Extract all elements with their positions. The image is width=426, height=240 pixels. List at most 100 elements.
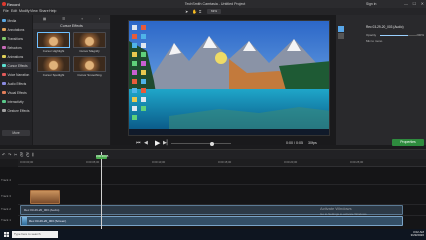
scrub-bar[interactable]	[171, 143, 231, 144]
minimize-icon[interactable]: —	[404, 1, 408, 6]
playhead[interactable]	[101, 152, 102, 240]
step-back-icon[interactable]: ⏮	[136, 140, 141, 146]
canvas-preview[interactable]	[128, 20, 330, 136]
fps-readout: 30fps	[308, 140, 317, 145]
sidebar-item-label: Voice Narration	[7, 72, 30, 77]
effect-card-cursor-smoothing[interactable]: Cursor Smoothing	[73, 56, 106, 77]
crop-tool-icon[interactable]: ⌗	[199, 9, 201, 14]
clock-date: 3/29/2020	[410, 233, 424, 238]
split-icon[interactable]: ⫼	[32, 152, 34, 157]
annotations-icon	[2, 27, 6, 32]
behaviors-icon	[2, 45, 6, 50]
redo-icon[interactable]: ↷	[8, 152, 11, 157]
cursor-effect-clip[interactable]	[30, 190, 60, 204]
sidebar-item-audio-effects[interactable]: Audio Effects	[2, 80, 31, 87]
hand-tool-icon[interactable]: ✋	[192, 9, 197, 14]
effect-card-cursor-spotlight[interactable]: Cursor Spotlight	[37, 56, 70, 77]
sidebar-item-label: Visual Effects	[7, 90, 27, 95]
more-button[interactable]: More	[2, 130, 30, 136]
sidebar-item-animations[interactable]: Animations	[2, 53, 31, 60]
sidebar-item-label: Transitions	[7, 36, 23, 41]
arrow-tool-icon[interactable]: ➤	[185, 9, 188, 14]
sidebar-item-interactivity[interactable]: Interactivity	[2, 98, 31, 105]
menu-file[interactable]: File	[3, 9, 9, 13]
playhead-time[interactable]: 0:00:00;05	[96, 155, 108, 159]
properties-toolbar	[362, 8, 426, 15]
ruler-tick-label: 0:00:00;00	[20, 160, 34, 164]
taskbar-clock[interactable]: 3:02 AM 3/29/2020	[398, 230, 424, 238]
list-view-icon[interactable]: ☰	[62, 17, 65, 22]
audio-effects-icon	[2, 81, 6, 86]
windows-start-icon[interactable]	[4, 232, 9, 237]
interactivity-icon	[2, 99, 6, 104]
mix-to-mono-row[interactable]: Mix to mono	[366, 39, 424, 43]
effect-label: Cursor Smoothing	[77, 73, 102, 77]
opacity-slider-fill	[380, 34, 408, 36]
animations-icon	[2, 54, 6, 59]
effect-thumbnail	[73, 32, 106, 48]
sidebar-item-behaviors[interactable]: Behaviors	[2, 44, 31, 51]
grid-view-icon[interactable]: ▦	[43, 17, 46, 22]
close-icon[interactable]: ✕	[421, 1, 424, 6]
sidebar-item-annotations[interactable]: Annotations	[2, 26, 31, 33]
effect-label: Cursor Highlight	[42, 49, 65, 53]
sidebar-item-label: Gesture Effects	[7, 108, 30, 113]
mix-mono-label: Mix to mono	[366, 39, 383, 43]
maximize-icon[interactable]: ☐	[413, 1, 417, 6]
timeline-ruler[interactable]: 0:00:00;00 0:00:05;00 0:00:10;00 0:00:15…	[18, 159, 426, 167]
track-divider	[18, 184, 426, 185]
tools-sidebar: Media Annotations Transitions Behaviors …	[0, 15, 32, 145]
sidebar-item-gesture-effects[interactable]: Gesture Effects	[2, 107, 31, 114]
sidebar-item-label: Animations	[7, 54, 24, 59]
ruler-tick-label: 0:00:25;00	[350, 160, 364, 164]
taskbar-search-input[interactable]: Type here to search	[12, 231, 58, 238]
effect-thumbnail	[37, 32, 70, 48]
video-clip[interactable]: Rec 03-29-20_003 (Screen)	[20, 216, 403, 226]
microphone-icon	[2, 72, 6, 77]
windows-taskbar	[0, 229, 426, 240]
opacity-label: Opacity	[366, 33, 377, 37]
menu-modify[interactable]: Modify	[19, 9, 30, 13]
audio-tab-icon[interactable]	[338, 26, 344, 32]
sign-in-link[interactable]: Sign in	[366, 2, 376, 6]
previous-icon[interactable]: ◀	[144, 140, 148, 146]
collapse-icon[interactable]: ‹	[99, 17, 100, 22]
sidebar-item-visual-effects[interactable]: Visual Effects	[2, 89, 31, 96]
effect-card-cursor-magnify[interactable]: Cursor Magnify	[73, 32, 106, 53]
ruler-tick-label: 0:00:20;00	[284, 160, 298, 164]
menu-share[interactable]: Share	[39, 9, 49, 13]
undo-icon[interactable]: ↶	[2, 152, 5, 157]
properties-tab-icons	[338, 25, 362, 55]
record-button[interactable]: Record	[2, 1, 24, 7]
zoom-select[interactable]: 63%	[207, 8, 221, 14]
sidebar-item-label: Audio Effects	[7, 81, 27, 86]
gesture-icon	[2, 108, 6, 113]
paste-icon[interactable]: ⎗	[26, 152, 29, 157]
record-icon	[2, 2, 6, 6]
sidebar-item-transitions[interactable]: Transitions	[2, 35, 31, 42]
sidebar-item-voice-narration[interactable]: Voice Narration	[2, 71, 31, 78]
play-button[interactable]: ▶	[155, 139, 160, 147]
scrub-handle[interactable]	[210, 141, 214, 146]
time-readout: 0:00 / 0:05	[286, 140, 303, 145]
menu-edit[interactable]: Edit	[11, 9, 17, 13]
visual-tab-icon[interactable]	[338, 33, 344, 39]
playback-controls: ⏮ ◀ ▶ ▶▏ 0:00 / 0:05 30fps	[111, 139, 336, 148]
pin-icon[interactable]: ⌖	[81, 17, 83, 22]
copy-icon[interactable]: ⎘	[20, 152, 23, 157]
window-controls: — ☐ ✕	[404, 1, 424, 6]
effect-thumbnail	[37, 56, 70, 72]
cut-icon[interactable]: ✂	[14, 152, 17, 157]
sidebar-item-cursor-effects[interactable]: Cursor Effects	[2, 62, 31, 69]
track-label: Track 1	[1, 218, 11, 222]
effect-card-cursor-highlight[interactable]: Cursor Highlight	[37, 32, 70, 53]
next-icon[interactable]: ▶▏	[163, 140, 171, 146]
menu-view[interactable]: View	[30, 9, 38, 13]
effects-tabs: ▦ ☰ ⌖ ‹	[35, 17, 108, 22]
menu-help[interactable]: Help	[49, 9, 56, 13]
properties-button[interactable]: Properties	[392, 139, 424, 146]
sidebar-item-media[interactable]: Media	[2, 17, 31, 24]
desktop-wallpaper	[129, 21, 329, 135]
ruler-tick-label: 0:00:10;00	[152, 160, 166, 164]
timeline-toolbar: ↶ ↷ ✂ ⎘ ⎗ ⫼	[0, 149, 426, 159]
